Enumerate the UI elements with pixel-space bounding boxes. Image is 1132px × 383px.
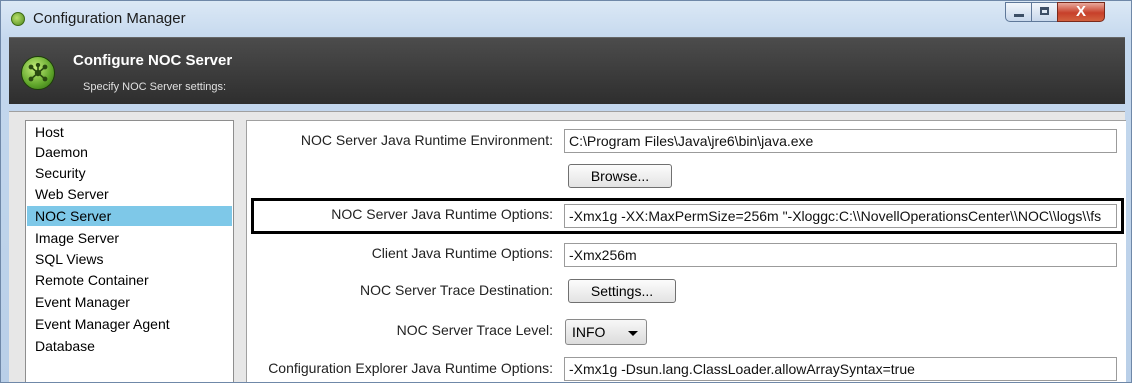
maximize-button[interactable] (1031, 2, 1058, 22)
chevron-down-icon (628, 331, 638, 336)
minimize-button[interactable] (1005, 2, 1032, 22)
trace-settings-button[interactable]: Settings... (568, 279, 676, 303)
minimize-icon (1014, 14, 1024, 17)
sidebar-item-daemon[interactable]: Daemon (27, 142, 232, 162)
maximize-icon (1040, 7, 1049, 15)
window-title: Configuration Manager (33, 10, 186, 27)
page-title: Configure NOC Server (73, 52, 233, 69)
network-node-icon (21, 56, 55, 90)
page-header: Configure NOC Server Specify NOC Server … (9, 37, 1125, 104)
sidebar-item-remote-container[interactable]: Remote Container (27, 270, 232, 290)
trace-level-value: INFO (572, 324, 606, 340)
sidebar-item-sql-views[interactable]: SQL Views (27, 249, 232, 269)
trace-level-select[interactable]: INFO (565, 319, 647, 345)
sidebar-item-host[interactable]: Host (27, 122, 232, 142)
trace-destination-label: NOC Server Trace Destination: (360, 282, 553, 298)
explorer-options-field[interactable]: -Xmx1g -Dsun.lang.ClassLoader.allowArray… (564, 357, 1117, 381)
explorer-options-label: Configuration Explorer Java Runtime Opti… (268, 360, 553, 376)
highlight-box (251, 198, 1124, 234)
client-options-label: Client Java Runtime Options: (371, 245, 553, 261)
jre-path-field[interactable]: C:\Program Files\Java\jre6\bin\java.exe (564, 129, 1117, 153)
title-bar[interactable]: Configuration Manager X (1, 1, 1131, 35)
sidebar-item-security[interactable]: Security (27, 163, 232, 183)
browse-button[interactable]: Browse... (568, 164, 672, 188)
sidebar-item-database[interactable]: Database (27, 336, 232, 356)
sidebar-item-event-manager-agent[interactable]: Event Manager Agent (27, 314, 232, 334)
sidebar-item-web-server[interactable]: Web Server (27, 184, 232, 204)
configuration-manager-window: Configuration Manager X Configure NOC Se… (0, 0, 1132, 383)
jre-label: NOC Server Java Runtime Environment: (300, 132, 553, 148)
client-options-field[interactable]: -Xmx256m (564, 243, 1117, 267)
close-icon: X (1075, 3, 1086, 20)
trace-level-label: NOC Server Trace Level: (396, 322, 553, 338)
app-icon (11, 12, 25, 26)
sidebar-item-noc-server[interactable]: NOC Server (27, 206, 232, 226)
close-button[interactable]: X (1057, 2, 1105, 22)
sidebar-list[interactable]: Host Daemon Security Web Server NOC Serv… (25, 120, 234, 382)
sidebar-item-image-server[interactable]: Image Server (27, 228, 232, 248)
page-subtitle: Specify NOC Server settings: (83, 81, 227, 93)
sidebar-item-event-manager[interactable]: Event Manager (27, 292, 232, 312)
